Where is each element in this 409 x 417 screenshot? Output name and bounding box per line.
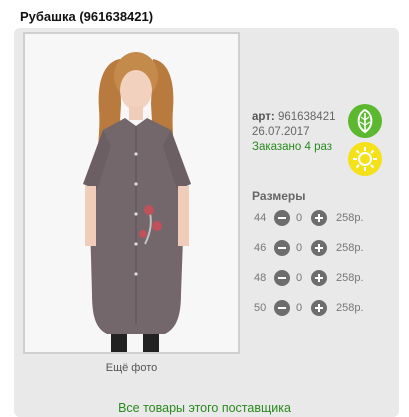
size-label: 44 (254, 212, 267, 224)
plus-icon[interactable] (311, 240, 327, 256)
size-row: 44 0 258р. (250, 210, 390, 228)
minus-icon[interactable] (274, 240, 290, 256)
size-row: 50 0 258р. (250, 300, 390, 318)
minus-icon[interactable] (274, 270, 290, 286)
size-price: 258р. (336, 212, 364, 224)
product-date: 26.07.2017 (252, 126, 310, 138)
minus-icon[interactable] (274, 210, 290, 226)
size-price: 258р. (336, 272, 364, 284)
more-photos-link[interactable]: Ещё фото (23, 362, 240, 374)
minus-icon[interactable] (274, 300, 290, 316)
size-qty: 0 (296, 302, 303, 314)
sizes-title: Размеры (252, 189, 306, 203)
size-row: 48 0 258р. (250, 270, 390, 288)
ordered-count: Заказано 4 раз (252, 141, 333, 153)
size-price: 258р. (336, 242, 364, 254)
plus-icon[interactable] (311, 210, 327, 226)
article-value: 961638421 (277, 111, 336, 123)
product-photo[interactable] (23, 32, 240, 354)
product-info: арт: 961638421 26.07.2017 Заказано 4 раз (252, 110, 336, 155)
size-row: 46 0 258р. (250, 240, 390, 258)
size-label: 50 (254, 302, 267, 314)
all-supplier-goods-link[interactable]: Все товары этого поставщика (0, 401, 409, 415)
size-qty: 0 (296, 272, 303, 284)
product-title: Рубашка (961638421) (20, 9, 154, 24)
size-qty: 0 (296, 242, 303, 254)
article-label: арт: (252, 111, 275, 123)
plus-icon[interactable] (311, 300, 327, 316)
size-label: 48 (254, 272, 267, 284)
sun-icon (348, 142, 382, 176)
size-qty: 0 (296, 212, 303, 224)
size-price: 258р. (336, 302, 364, 314)
size-label: 46 (254, 242, 267, 254)
plus-icon[interactable] (311, 270, 327, 286)
product-photo-image (25, 34, 238, 352)
leaf-icon (348, 104, 382, 138)
